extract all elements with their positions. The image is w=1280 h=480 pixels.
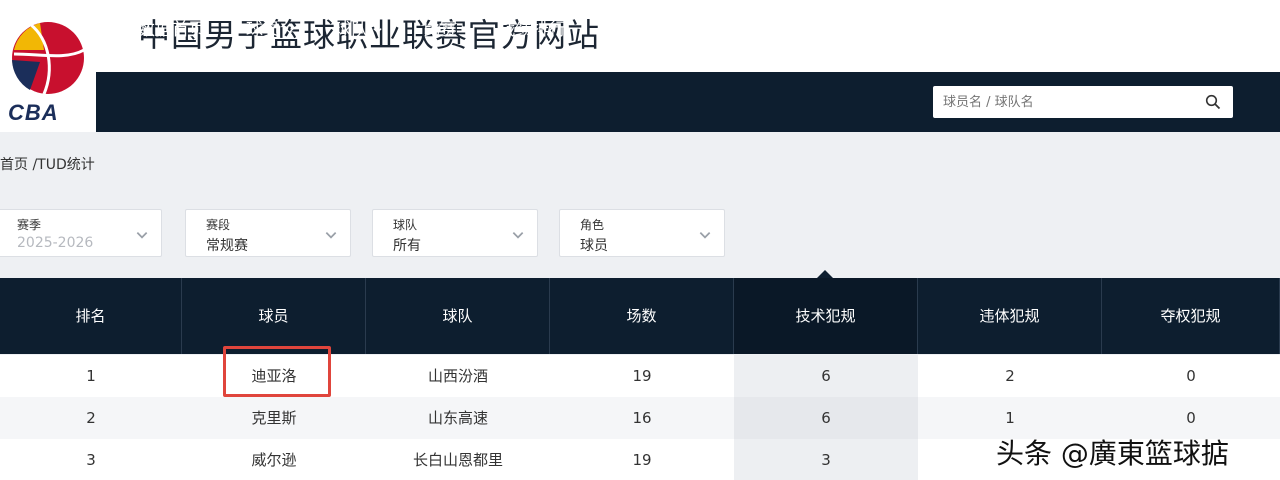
filter-select-2[interactable]: 球队 所有	[372, 209, 538, 257]
logo-text: CBA	[8, 100, 59, 125]
filter-select-0[interactable]: 赛季 2025-2026	[0, 209, 162, 257]
filter-label: 球队	[393, 218, 418, 232]
watermark: 头条 @廣東篮球掂	[996, 437, 1229, 470]
search-box[interactable]	[933, 86, 1233, 118]
table-cell: 2	[86, 409, 96, 427]
filter-label: 赛季	[17, 218, 42, 232]
nav-item-4[interactable]: 战绩排行	[498, 0, 566, 60]
nav-item-0[interactable]: 数据首页	[138, 0, 206, 60]
chevron-down-icon	[136, 232, 148, 239]
column-header-0[interactable]: 排名	[0, 278, 182, 354]
nav-item-1[interactable]: 球员	[246, 0, 295, 60]
nav-item-6[interactable]: 解释说明	[731, 0, 814, 60]
nav-item-2[interactable]: 球队	[334, 0, 383, 60]
table-cell: 16	[632, 409, 652, 427]
filter-value: 常规赛	[206, 238, 248, 254]
table-cell: 0	[1186, 367, 1196, 385]
search-icon[interactable]	[1205, 94, 1221, 110]
table-cell: 19	[632, 451, 652, 469]
filter-label: 赛段	[206, 218, 231, 232]
table-cell: 6	[734, 397, 918, 439]
table-cell: 2	[1005, 367, 1015, 385]
player-name-cell[interactable]: 迪亚洛	[182, 355, 366, 397]
column-header-4[interactable]: 技术犯规	[734, 278, 918, 354]
team-name-cell[interactable]: 山东高速	[366, 397, 550, 439]
nav-item-5[interactable]: 季后赛对阵	[606, 0, 691, 60]
team-name-cell[interactable]: 山西汾酒	[366, 355, 550, 397]
nav-item-3[interactable]: 比赛	[423, 0, 457, 60]
breadcrumb[interactable]: 首页 /TUD统计	[0, 154, 95, 174]
filter-value: 2025-2026	[17, 235, 94, 251]
table-row: 1 迪亚洛 山西汾酒 19 6 2 0	[0, 355, 1280, 397]
cba-logo[interactable]: CBA	[0, 0, 96, 132]
search-input[interactable]	[943, 92, 1193, 112]
chevron-down-icon	[325, 232, 337, 239]
nav-item-label: 球员	[246, 20, 280, 40]
nav-item-label: 数据首页	[138, 20, 206, 40]
column-header-2[interactable]: 球队	[366, 278, 550, 354]
chevron-down-icon	[804, 27, 813, 33]
nav-item-label: 战绩排行	[498, 20, 566, 40]
chevron-down-icon	[285, 27, 294, 33]
nav-item-label: 解释说明	[731, 20, 799, 40]
nav-item-label: 比赛	[423, 20, 457, 40]
filter-select-3[interactable]: 角色 球员	[559, 209, 725, 257]
table-header: 排名 球员 球队 场数 技术犯规 违体犯规 夺权犯规	[0, 278, 1280, 354]
filter-label: 角色	[580, 218, 605, 232]
nav-item-label: 季后赛对阵	[606, 20, 691, 40]
team-name-cell[interactable]: 长白山恩都里	[366, 439, 550, 480]
chevron-down-icon	[373, 27, 382, 33]
filter-value: 所有	[393, 238, 421, 254]
player-name-cell[interactable]: 威尔逊	[182, 439, 366, 480]
filter-select-1[interactable]: 赛段 常规赛	[185, 209, 351, 257]
nav-item-label: 球队	[334, 20, 368, 40]
column-header-5[interactable]: 违体犯规	[918, 278, 1102, 354]
column-header-1[interactable]: 球员	[182, 278, 366, 354]
table-cell: 1	[86, 367, 96, 385]
filter-value: 球员	[580, 238, 608, 254]
chevron-down-icon	[699, 232, 711, 239]
chevron-down-icon	[512, 232, 524, 239]
basketball-logo-icon	[12, 22, 85, 95]
table-cell: 3	[86, 451, 96, 469]
column-header-3[interactable]: 场数	[550, 278, 734, 354]
table-cell: 19	[632, 367, 652, 385]
player-name-cell[interactable]: 克里斯	[182, 397, 366, 439]
table-cell: 3	[734, 439, 918, 480]
table-cell: 6	[734, 355, 918, 397]
column-header-6[interactable]: 夺权犯规	[1102, 278, 1280, 354]
